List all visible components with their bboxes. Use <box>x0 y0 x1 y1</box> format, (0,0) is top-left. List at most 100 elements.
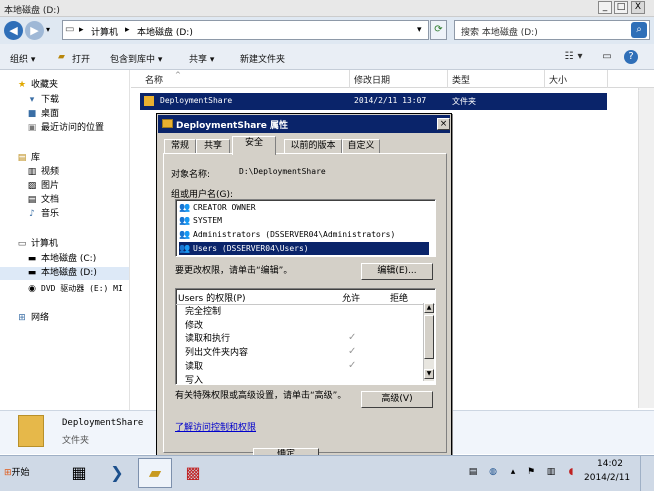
deny-column-header: 拒绝 <box>390 294 409 304</box>
clock-time[interactable]: 14:02 <box>597 459 623 469</box>
dialog-title-bar[interactable]: DeploymentShare 属性 × <box>158 115 450 133</box>
search-input[interactable]: 搜索 本地磁盘 (D:) ⌕ <box>454 20 650 40</box>
minimize-button[interactable]: _ <box>598 1 612 14</box>
column-divider[interactable] <box>544 70 545 88</box>
scroll-down-arrow-icon[interactable]: ▼ <box>424 369 434 379</box>
tray-expand-icon[interactable]: ▴ <box>506 465 520 479</box>
back-arrow-icon[interactable]: ◀ <box>4 21 23 40</box>
include-in-library-button[interactable]: 包含到库中 ▾ <box>110 52 162 65</box>
sidebar-network[interactable]: ⊞ 网络 <box>16 312 49 325</box>
sidebar-item-music[interactable]: ♪ 音乐 <box>26 208 59 221</box>
dialog-close-button[interactable]: × <box>437 118 450 130</box>
explorer-icon[interactable]: ▰ <box>138 458 172 488</box>
clock-date[interactable]: 2014/2/11 <box>584 473 630 483</box>
share-button[interactable]: 共享 ▾ <box>189 52 214 65</box>
tab-previous-versions[interactable]: 以前的版本 <box>284 139 342 154</box>
edit-button[interactable]: 编辑(E)... <box>361 263 433 280</box>
start-button[interactable]: ⊞开始 <box>2 461 42 485</box>
sidebar-item-recent[interactable]: ▣ 最近访问的位置 <box>26 122 104 135</box>
show-desktop-button[interactable] <box>640 456 654 491</box>
sidebar-favorites[interactable]: ★ 收藏夹 <box>16 79 58 92</box>
column-date-modified[interactable]: 修改日期 <box>354 73 390 86</box>
column-name[interactable]: 名称 <box>145 73 163 86</box>
dialog-title: DeploymentShare 属性 <box>176 121 288 131</box>
preview-pane-icon[interactable]: ▭ <box>600 50 614 64</box>
sidebar-computer[interactable]: ▭ 计算机 <box>16 238 58 251</box>
column-type[interactable]: 类型 <box>452 73 470 86</box>
sidebar-item-drive-d[interactable]: ▬ 本地磁盘 (D:) <box>0 267 129 280</box>
network-tray-icon[interactable]: ▥ <box>544 465 558 479</box>
sidebar-item-desktop[interactable]: ■ 桌面 <box>26 108 59 121</box>
view-options-icon[interactable]: ☷ <box>562 50 576 64</box>
file-row-selected[interactable]: DeploymentShare 2014/2/11 13:07 文件夹 <box>140 93 607 110</box>
forward-arrow-icon[interactable]: ▶ <box>25 21 44 40</box>
server-manager-icon[interactable]: ▦ <box>62 458 96 488</box>
address-bar[interactable]: ▭ ▸ 计算机 ▸ 本地磁盘 (D:) ▾ <box>62 20 429 40</box>
advanced-button[interactable]: 高级(V) <box>361 391 433 408</box>
list-item-user[interactable]: 👥 CREATOR OWNER <box>179 201 429 214</box>
permissions-scrollbar[interactable]: ▲ ▼ <box>423 303 434 381</box>
tab-customize[interactable]: 自定义 <box>342 139 380 154</box>
action-center-flag-icon[interactable]: ⚑ <box>524 465 538 479</box>
toolbox-icon[interactable]: ▩ <box>176 458 210 488</box>
recent-pages-chevron-icon[interactable]: ▾ <box>46 25 50 34</box>
user-group-icon: 👥 <box>179 216 191 226</box>
sidebar-item-pictures[interactable]: ▨ 图片 <box>26 180 59 193</box>
breadcrumb-separator[interactable]: ▸ <box>125 25 130 35</box>
list-item-user[interactable]: 👥 Administrators (DSSERVER04\Administrato… <box>179 228 429 241</box>
breadcrumb-separator[interactable]: ▸ <box>79 25 84 35</box>
address-dropdown-icon[interactable]: ▾ <box>417 25 422 35</box>
scroll-thumb[interactable] <box>424 315 434 359</box>
refresh-icon[interactable]: ⟳ <box>430 20 447 40</box>
help-icon[interactable]: ? <box>624 50 638 64</box>
column-size[interactable]: 大小 <box>549 73 567 86</box>
pictures-icon: ▨ <box>27 181 37 191</box>
user-group-icon: 👥 <box>179 244 191 254</box>
large-folder-icon <box>18 415 44 447</box>
powershell-icon[interactable]: ❯ <box>100 458 134 488</box>
details-type: 文件夹 <box>62 436 90 446</box>
access-control-help-link[interactable]: 了解访问控制和权限 <box>175 420 256 433</box>
breadcrumb-drive-d[interactable]: 本地磁盘 (D:) <box>137 25 193 38</box>
column-divider[interactable] <box>349 70 350 88</box>
column-divider[interactable] <box>607 70 608 88</box>
change-hint: 要更改权限，请单击“编辑”。 <box>175 266 293 276</box>
list-item-user-selected[interactable]: 👥 Users (DSSERVER04\Users) <box>179 242 429 255</box>
sidebar-item-dvd-drive[interactable]: ◉ DVD 驱动器 (E:) MI <box>26 282 123 295</box>
sidebar-libraries[interactable]: ▤ 库 <box>16 152 40 165</box>
permissions-label: Users 的权限(P) <box>178 294 246 304</box>
list-item-user[interactable]: 👥 SYSTEM <box>179 214 429 227</box>
sidebar-item-drive-c[interactable]: ▬ 本地磁盘 (C:) <box>26 253 96 266</box>
file-list-scrollbar[interactable] <box>638 88 654 408</box>
scroll-up-arrow-icon[interactable]: ▲ <box>424 303 434 313</box>
tab-security[interactable]: 安全 <box>232 136 276 155</box>
network-icon: ⊞ <box>18 313 26 323</box>
search-icon[interactable]: ⌕ <box>631 22 647 38</box>
maximize-button[interactable]: □ <box>614 1 628 14</box>
new-folder-button[interactable]: 新建文件夹 <box>240 52 285 65</box>
tab-general[interactable]: 常规 <box>164 139 196 154</box>
column-divider[interactable] <box>447 70 448 88</box>
folder-icon <box>162 119 173 128</box>
open-button[interactable]: 打开 <box>72 52 90 65</box>
breadcrumb-computer[interactable]: 计算机 <box>91 25 118 38</box>
sidebar-item-videos[interactable]: ▥ 视频 <box>26 166 59 179</box>
organize-button[interactable]: 组织 ▾ <box>10 52 35 65</box>
desktop-icon: ■ <box>27 109 37 119</box>
permission-name: 列出文件夹内容 <box>185 348 249 359</box>
sidebar-item-downloads[interactable]: ▾ 下载 <box>26 94 59 107</box>
view-dropdown-icon[interactable]: ▾ <box>576 50 584 64</box>
volume-muted-icon[interactable]: ◖ <box>564 465 578 479</box>
ie-globe-icon[interactable]: ◍ <box>486 465 500 479</box>
recent-places-icon: ▣ <box>27 123 37 133</box>
users-listbox[interactable]: 👥 CREATOR OWNER 👥 SYSTEM 👥 Administrators (… <box>175 199 436 257</box>
file-name: DeploymentShare <box>160 96 233 105</box>
close-button[interactable]: X <box>631 1 645 14</box>
command-bar: 组织 ▾ ▰ 打开 包含到库中 ▾ 共享 ▾ 新建文件夹 ☷ ▾ ▭ ? <box>0 44 654 70</box>
tab-sharing[interactable]: 共享 <box>196 139 230 154</box>
sidebar-item-documents[interactable]: ▤ 文档 <box>26 194 59 207</box>
desktop-switch-icon[interactable]: ▤ <box>466 465 480 479</box>
user-group-icon: 👥 <box>179 230 191 240</box>
allow-checkmark-icon: ✓ <box>348 332 357 344</box>
window-title-bar[interactable]: 本地磁盘 (D:) _ □ X <box>0 0 654 17</box>
